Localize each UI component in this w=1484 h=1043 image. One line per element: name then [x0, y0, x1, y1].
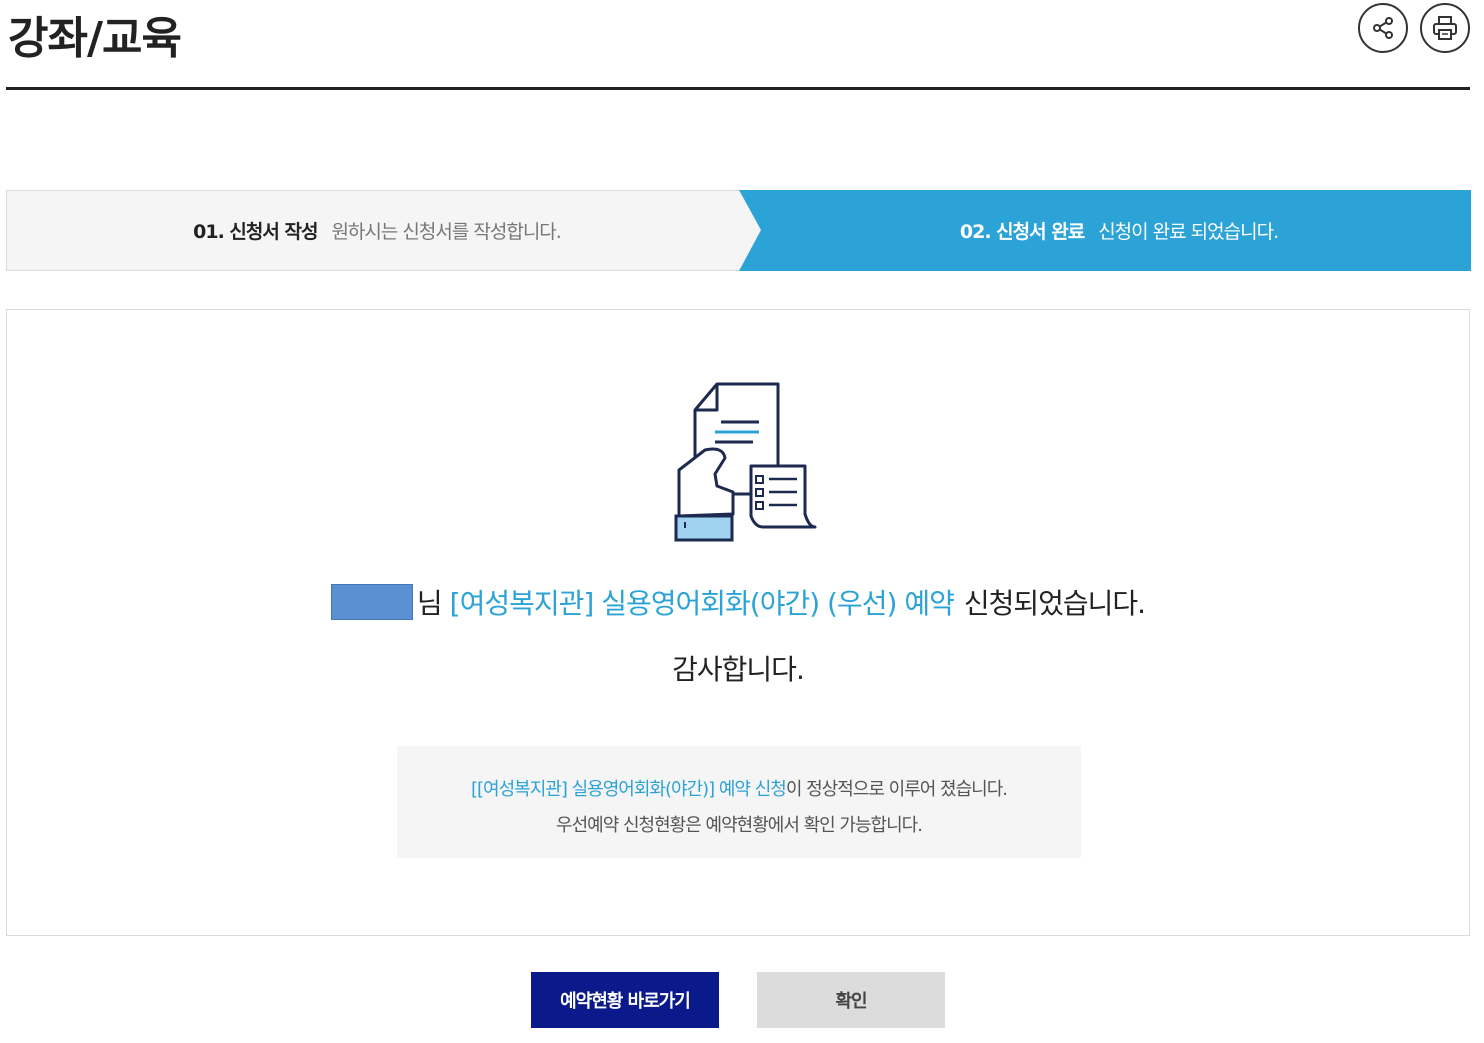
step-indicator: 01. 신청서 작성 원하시는 신청서를 작성합니다. 02. 신청서 완료 신… — [6, 190, 1471, 271]
notice-line-1: [[여성복지관] 실용영어회화(야간)] 예약 신청이 정상적으로 이루어 졌습… — [397, 772, 1081, 808]
notice-box: [[여성복지관] 실용영어회화(야간)] 예약 신청이 정상적으로 이루어 졌습… — [397, 746, 1081, 858]
application-document-icon — [674, 382, 817, 542]
course-name: [여성복지관] 실용영어회화(야간) (우선) 예약 — [449, 587, 955, 620]
thanks-text: 감사합니다. — [672, 653, 805, 686]
step-1-number: 01. 신청서 작성 — [193, 221, 318, 243]
page-title: 강좌/교육 — [8, 13, 182, 64]
step-2-description: 신청이 완료 되었습니다. — [1098, 221, 1279, 243]
step-2-number: 02. 신청서 완료 — [959, 221, 1085, 243]
reservation-status-button[interactable]: 예약현황 바로가기 — [531, 972, 719, 1028]
page: 강좌/교육 01. 신청서 작성 원하시는 신청서를 작성합니다. 02. 신청… — [0, 0, 1484, 1043]
result-panel: 님 [여성복지관] 실용영어회화(야간) (우선) 예약 신청되었습니다. 감사… — [6, 309, 1470, 936]
share-button[interactable] — [1358, 3, 1408, 53]
completion-text: 신청되었습니다. — [963, 587, 1146, 620]
redacted-name — [330, 584, 413, 620]
notice-line-1-rest: 이 정상적으로 이루어 졌습니다. — [785, 779, 1008, 800]
step-2: 02. 신청서 완료 신청이 완료 되었습니다. — [767, 191, 1471, 270]
completion-message: 님 [여성복지관] 실용영어회화(야간) (우선) 예약 신청되었습니다. — [7, 582, 1469, 622]
notice-line-2: 우선예약 신청현황은 예약현황에서 확인 가능합니다. — [556, 815, 923, 836]
notice-highlight: [[여성복지관] 실용영어회화(야간)] 예약 신청 — [471, 779, 787, 800]
confirm-button[interactable]: 확인 — [757, 972, 945, 1028]
page-header: 강좌/교육 — [6, 0, 1470, 90]
share-icon — [1373, 17, 1393, 39]
step-1-description: 원하시는 신청서를 작성합니다. — [331, 221, 561, 243]
print-icon — [1433, 16, 1457, 40]
name-suffix: 님 — [416, 587, 443, 620]
step-1: 01. 신청서 작성 원하시는 신청서를 작성합니다. — [7, 191, 747, 270]
print-button[interactable] — [1420, 3, 1470, 53]
